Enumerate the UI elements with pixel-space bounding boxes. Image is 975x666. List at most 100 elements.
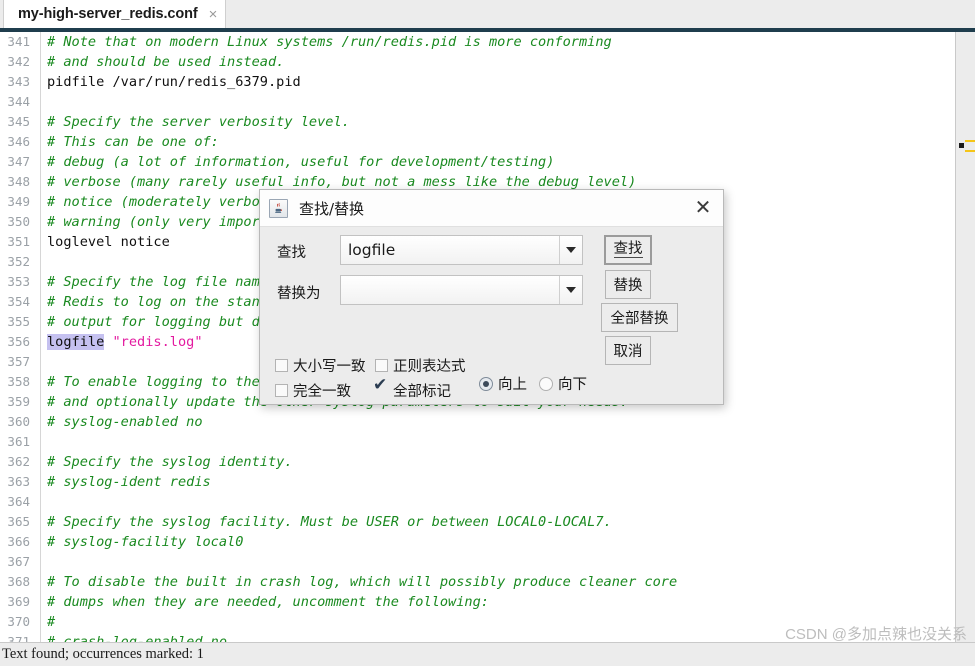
line-number: 345	[7, 114, 30, 129]
find-replace-dialog: 查找/替换 ✕ 查找 logfile 替换为 大小写一致 正则表达式 完全一致 …	[259, 189, 724, 405]
code-line[interactable]: 365 # Specify the syslog facility. Must b…	[0, 512, 940, 532]
code-token: loglevel notice	[47, 234, 170, 250]
line-text: # To disable the built in crash log, whi…	[47, 572, 677, 592]
find-dropdown-chevron-down-icon[interactable]	[559, 236, 582, 264]
option-label: 全部标记	[393, 384, 451, 400]
tab-redis-conf[interactable]: my-high-server_redis.conf ×	[3, 0, 227, 28]
status-bar: Text found; occurrences marked: 1	[0, 642, 975, 666]
code-line[interactable]: 347 # debug (a lot of information, useful…	[0, 152, 940, 172]
line-text: # Specify the syslog facility. Must be U…	[47, 512, 612, 532]
line-text: pidfile /var/run/redis_6379.pid	[47, 72, 301, 92]
line-number: 359	[7, 394, 30, 409]
line-text: # Specify the syslog identity.	[47, 452, 293, 472]
line-number: 351	[7, 234, 30, 249]
code-token: # and should be used instead.	[47, 54, 285, 70]
match-marker-strip[interactable]	[955, 32, 975, 642]
code-token: # Specify the syslog identity.	[47, 454, 293, 470]
dialog-close-icon[interactable]: ✕	[692, 197, 714, 219]
line-number: 364	[7, 494, 30, 509]
code-line[interactable]: 367	[0, 552, 940, 572]
line-number: 352	[7, 254, 30, 269]
code-token: # Note that on modern Linux systems /run…	[47, 34, 612, 50]
checkbox-icon[interactable]	[375, 359, 388, 372]
code-line[interactable]: 363 # syslog-ident redis	[0, 472, 940, 492]
option-label: 大小写一致	[293, 359, 366, 375]
option-match-case[interactable]: 大小写一致	[275, 355, 366, 376]
line-number: 354	[7, 294, 30, 309]
option-mark-all[interactable]: 全部标记	[373, 377, 451, 401]
line-number: 343	[7, 74, 30, 89]
line-number: 347	[7, 154, 30, 169]
code-line[interactable]: 368 # To disable the built in crash log, …	[0, 572, 940, 592]
checkbox-icon[interactable]	[275, 359, 288, 372]
replace-all-button[interactable]: 全部替换	[601, 303, 678, 332]
find-input[interactable]: logfile	[340, 235, 583, 265]
option-label: 完全一致	[293, 384, 351, 400]
line-number: 366	[7, 534, 30, 549]
code-line[interactable]: 360 # syslog-enabled no	[0, 412, 940, 432]
code-line[interactable]: 344	[0, 92, 940, 112]
java-coffee-cup-icon	[269, 198, 288, 218]
option-regex[interactable]: 正则表达式	[375, 355, 466, 376]
radio-icon[interactable]	[539, 376, 553, 391]
line-text: # debug (a lot of information, useful fo…	[47, 152, 554, 172]
line-text: # syslog-enabled no	[47, 412, 203, 432]
replace-button[interactable]: 替换	[605, 270, 651, 299]
checkbox-checked-icon[interactable]	[373, 377, 388, 397]
line-number: 365	[7, 514, 30, 529]
line-number: 360	[7, 414, 30, 429]
marker-dot-icon	[959, 143, 964, 148]
replace-input[interactable]	[340, 275, 583, 305]
code-token: # syslog-facility local0	[47, 534, 244, 550]
line-text: # dumps when they are needed, uncomment …	[47, 592, 489, 612]
dialog-title-bar[interactable]: 查找/替换 ✕	[260, 190, 723, 227]
radio-selected-icon[interactable]	[479, 376, 493, 391]
code-line[interactable]: 342 # and should be used instead.	[0, 52, 940, 72]
code-line[interactable]: 346 # This can be one of:	[0, 132, 940, 152]
code-token: # debug (a lot of information, useful fo…	[47, 154, 555, 170]
code-line[interactable]: 362 # Specify the syslog identity.	[0, 452, 940, 472]
find-button[interactable]: 查找	[604, 235, 652, 265]
code-token: # Specify the syslog facility. Must be U…	[47, 514, 612, 530]
code-token: #	[47, 614, 56, 630]
line-number: 371	[7, 634, 30, 642]
code-token: # This can be one of:	[47, 134, 219, 150]
close-icon[interactable]: ×	[209, 7, 218, 22]
code-line[interactable]: 345 # Specify the server verbosity level.	[0, 112, 940, 132]
code-line[interactable]: 366 # syslog-facility local0	[0, 532, 940, 552]
cancel-button[interactable]: 取消	[605, 336, 651, 365]
match-marker-icon	[965, 140, 975, 152]
code-line[interactable]: 341 # Note that on modern Linux systems /…	[0, 32, 940, 52]
line-number: 344	[7, 94, 30, 109]
option-whole-word[interactable]: 完全一致	[275, 380, 351, 401]
line-number: 363	[7, 474, 30, 489]
editor-window: my-high-server_redis.conf × 341 # Note th…	[0, 0, 975, 666]
code-line[interactable]: 361	[0, 432, 940, 452]
code-token: # syslog-ident redis	[47, 474, 211, 490]
radio-direction-up[interactable]: 向上	[479, 373, 527, 394]
line-number: 350	[7, 214, 30, 229]
status-message: Text found; occurrences marked: 1	[2, 646, 204, 662]
radio-direction-down[interactable]: 向下	[539, 373, 587, 394]
line-text: loglevel notice	[47, 232, 170, 252]
line-number: 369	[7, 594, 30, 609]
code-line[interactable]: 370 #	[0, 612, 940, 632]
line-number: 349	[7, 194, 30, 209]
line-text: # Note that on modern Linux systems /run…	[47, 32, 612, 52]
code-token: # dumps when they are needed, uncomment …	[47, 594, 489, 610]
tab-label: my-high-server_redis.conf	[18, 6, 198, 22]
code-line[interactable]: 364	[0, 492, 940, 512]
code-token: # Specify the server verbosity level.	[47, 114, 350, 130]
code-line[interactable]: 371 # crash-log-enabled no	[0, 632, 940, 642]
line-number: 356	[7, 334, 30, 349]
code-line[interactable]: 369 # dumps when they are needed, uncomme…	[0, 592, 940, 612]
line-number: 361	[7, 434, 30, 449]
checkbox-icon[interactable]	[275, 384, 288, 397]
replace-button-label: 替换	[613, 278, 643, 294]
replace-field-label: 替换为	[277, 286, 321, 302]
code-line[interactable]: 343 pidfile /var/run/redis_6379.pid	[0, 72, 940, 92]
replace-dropdown-chevron-down-icon[interactable]	[559, 276, 582, 304]
code-token: "redis.log"	[112, 334, 203, 350]
code-token: # syslog-enabled no	[47, 414, 203, 430]
code-token: pidfile /var/run/redis_6379.pid	[47, 74, 301, 90]
